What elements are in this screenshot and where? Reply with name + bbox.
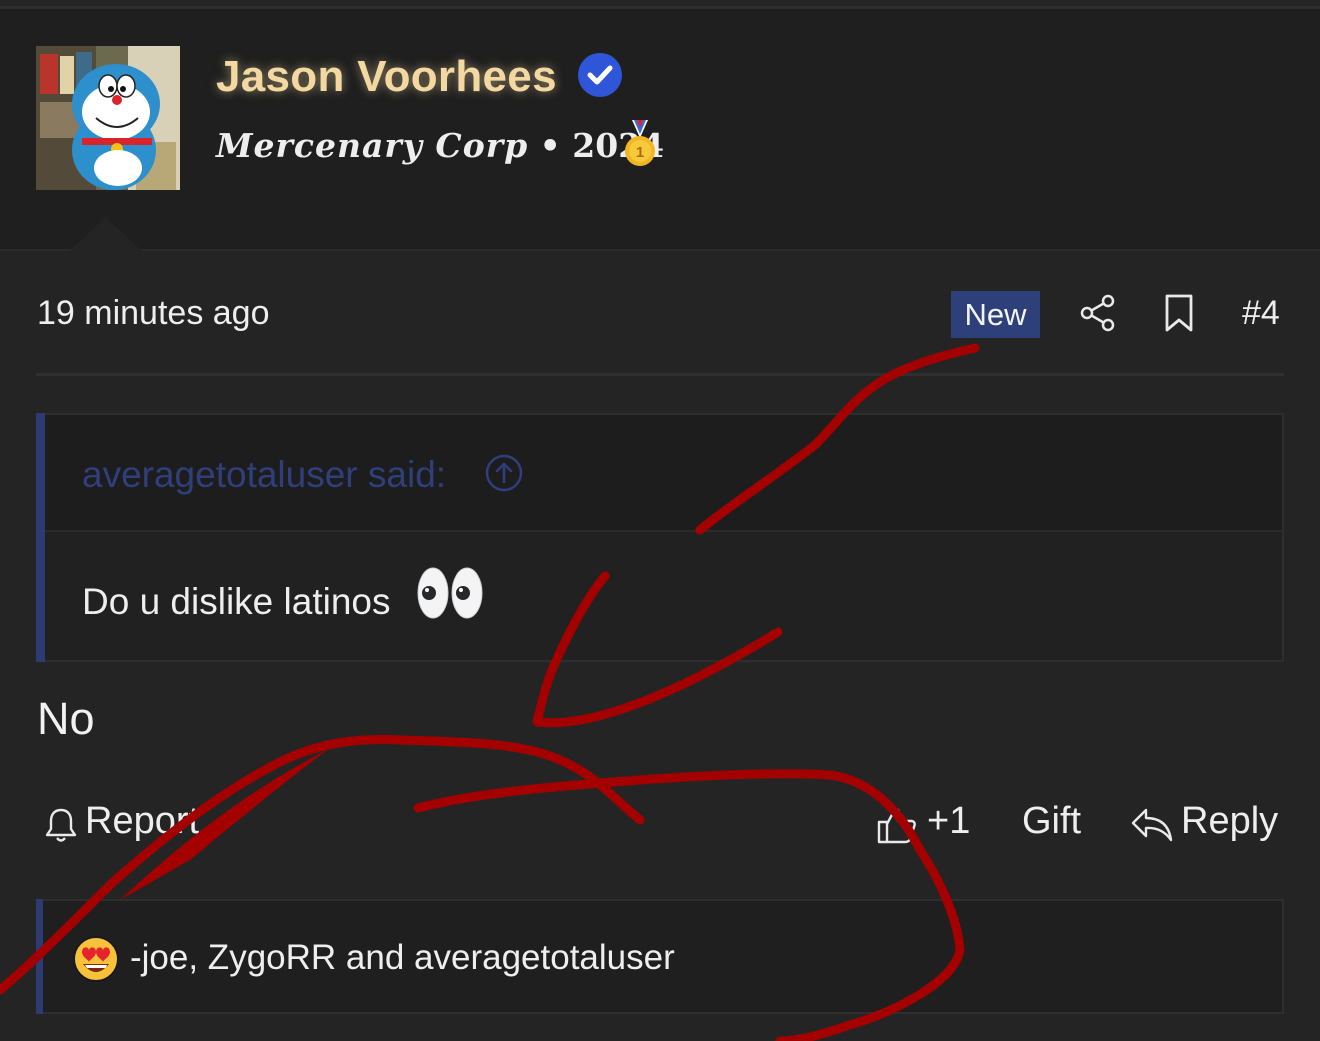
share-icon[interactable] [1078, 293, 1118, 333]
post-body: No [37, 693, 95, 744]
quote-text: Do u dislike latinos [82, 581, 391, 622]
quote-author-link[interactable]: averagetotaluser said: [82, 454, 446, 496]
new-badge: New [951, 291, 1040, 338]
verified-check-icon [577, 52, 623, 98]
post-timestamp[interactable]: 19 minutes ago [37, 294, 270, 333]
reactions-summary-link[interactable]: -joe, ZygoRR and averagetotaluser [130, 938, 675, 978]
thumbs-up-icon[interactable] [876, 805, 918, 850]
bell-icon[interactable] [44, 806, 78, 849]
bookmark-icon[interactable] [1160, 293, 1198, 333]
user-title-group: Mercenary Corp [216, 126, 529, 165]
title-separator: • [539, 126, 561, 165]
reply-button[interactable]: Reply [1181, 800, 1278, 843]
eyes-emoji-icon [416, 565, 486, 621]
reactions-accent-bar [36, 899, 43, 1014]
quote-accent-bar [36, 413, 45, 662]
post-divider [36, 373, 1284, 376]
gold-medal-icon: 1 [622, 120, 658, 168]
report-button[interactable]: Report [85, 800, 199, 843]
post-permalink-number[interactable]: #4 [1242, 294, 1280, 333]
author-name[interactable]: Jason Voorhees [216, 52, 557, 102]
reply-arrow-icon[interactable] [1130, 806, 1174, 849]
avatar[interactable] [36, 46, 180, 190]
svg-text:1: 1 [636, 144, 644, 161]
header-pointer [70, 217, 142, 251]
gift-button[interactable]: Gift [1022, 800, 1081, 843]
like-button[interactable]: +1 [927, 800, 970, 843]
heart-eyes-emoji-icon [73, 936, 119, 982]
author-user-title: Mercenary Corp • 2024 [216, 126, 664, 165]
arrow-up-circle-icon[interactable] [484, 453, 524, 493]
